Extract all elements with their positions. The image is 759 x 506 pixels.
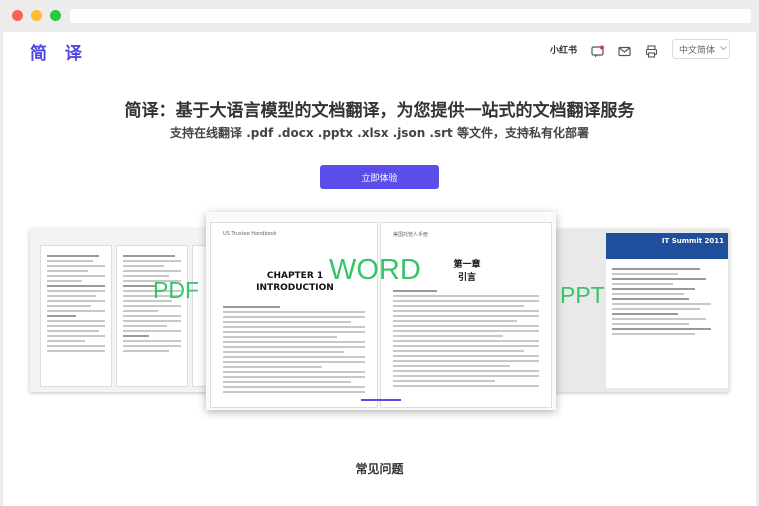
mail-icon[interactable] bbox=[618, 43, 631, 56]
word-preview[interactable]: US Trustee Handbook CHAPTER 1 INTRODUCTI… bbox=[206, 212, 556, 410]
faq-title: 常见问题 bbox=[355, 462, 404, 476]
language-select[interactable]: 中文简体 bbox=[672, 39, 730, 59]
site-logo[interactable]: 简 译 bbox=[30, 39, 88, 64]
language-select-value: 中文简体 bbox=[679, 45, 716, 56]
close-window-button[interactable] bbox=[12, 10, 23, 21]
word-page-translated: 美国托管人手册 第一章 引言 bbox=[380, 222, 552, 408]
format-label-ppt: PPT bbox=[560, 282, 605, 308]
word-right-running-head: 美国托管人手册 bbox=[393, 232, 429, 238]
carousel-indicator[interactable] bbox=[361, 399, 401, 401]
printer-icon[interactable] bbox=[645, 43, 658, 58]
pdf-preview[interactable] bbox=[30, 229, 208, 392]
ppt-banner-text: IT Summit 2011 bbox=[661, 237, 724, 245]
pdf-page-left bbox=[40, 245, 112, 387]
try-now-button[interactable]: 立即体验 bbox=[320, 165, 439, 189]
ppt-slide: IT Summit 2011 bbox=[606, 233, 728, 388]
top-nav: 小红书 中文简体 bbox=[550, 38, 730, 60]
word-left-running-head: US Trustee Handbook bbox=[223, 231, 277, 237]
ppt-preview[interactable]: IT Summit 2011 bbox=[551, 229, 729, 392]
chevron-down-icon bbox=[720, 44, 727, 54]
page: 简 译 小红书 中文简体 简译：基于大语言模型的文档翻译，为您提供一站式的文档翻… bbox=[3, 32, 756, 506]
hero-subtitle: 支持在线翻译 .pdf .docx .pptx .xlsx .json .srt… bbox=[170, 126, 589, 140]
format-label-word: WORD bbox=[329, 254, 421, 286]
author-link[interactable]: 小红书 bbox=[550, 43, 577, 56]
maximize-window-button[interactable] bbox=[50, 10, 61, 21]
format-label-pdf: PDF bbox=[153, 277, 199, 303]
address-bar[interactable] bbox=[70, 9, 751, 23]
hero-title: 简译：基于大语言模型的文档翻译，为您提供一站式的文档翻译服务 bbox=[124, 101, 635, 121]
browser-chrome bbox=[0, 0, 759, 32]
pdf-page-right bbox=[116, 245, 188, 387]
message-icon[interactable] bbox=[591, 43, 604, 57]
word-page-original: US Trustee Handbook CHAPTER 1 INTRODUCTI… bbox=[210, 222, 378, 408]
minimize-window-button[interactable] bbox=[31, 10, 42, 21]
ppt-banner: IT Summit 2011 bbox=[606, 233, 728, 259]
